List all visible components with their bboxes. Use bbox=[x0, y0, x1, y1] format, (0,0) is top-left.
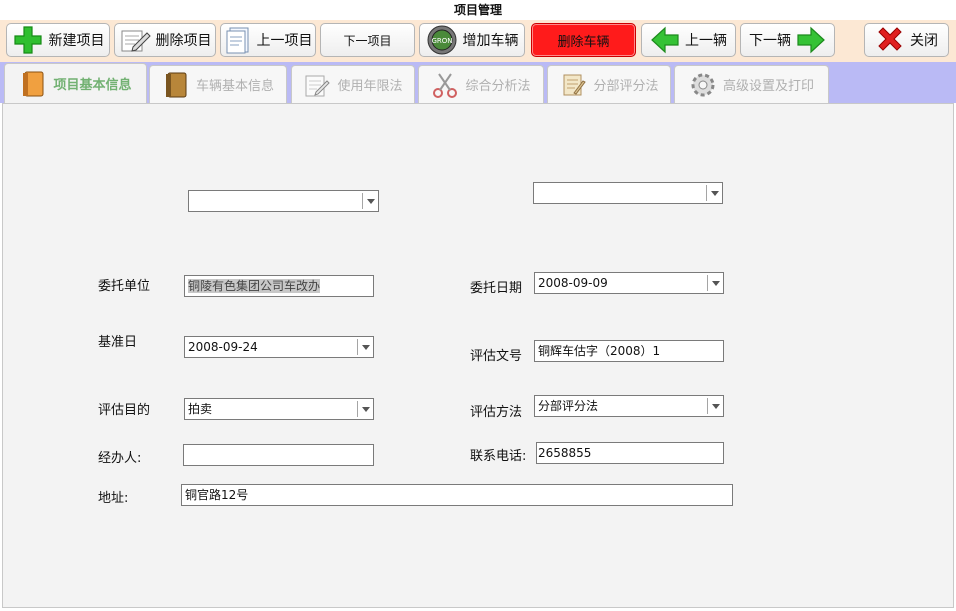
close-icon bbox=[875, 26, 905, 54]
doc-no-label: 评估文号 bbox=[470, 349, 523, 364]
top-left-combo[interactable] bbox=[188, 190, 379, 212]
new-project-button[interactable]: 新建项目 bbox=[6, 23, 110, 57]
phone-input[interactable]: 2658855 bbox=[536, 442, 724, 464]
handler-label: 经办人: bbox=[98, 451, 142, 466]
tab-bar: 项目基本信息 车辆基本信息 使用年限法 综合分析法 分部评分法 高级设置及打印 bbox=[0, 62, 956, 103]
scroll-icon bbox=[559, 71, 587, 99]
client-label: 委托单位 bbox=[98, 279, 151, 294]
document-pen-icon bbox=[119, 25, 151, 55]
project-info-panel: 委托单位 铜陵有色集团公司车改办 委托日期 2008-09-09 基准日 200… bbox=[2, 103, 954, 608]
top-right-combo[interactable] bbox=[533, 182, 723, 204]
svg-text:GRON: GRON bbox=[431, 37, 452, 45]
arrow-right-icon bbox=[796, 26, 826, 54]
client-input[interactable]: 铜陵有色集团公司车改办 bbox=[184, 275, 374, 297]
tab-project-info[interactable]: 项目基本信息 bbox=[4, 63, 147, 103]
document-icon bbox=[224, 25, 252, 55]
prev-vehicle-button[interactable]: 上一辆 bbox=[641, 23, 736, 57]
base-date-label: 基准日 bbox=[98, 335, 138, 350]
scissors-icon bbox=[431, 71, 459, 99]
handler-input[interactable] bbox=[183, 444, 374, 466]
purpose-label: 评估目的 bbox=[98, 403, 151, 418]
close-button[interactable]: 关闭 bbox=[864, 23, 949, 57]
delete-vehicle-button[interactable]: 删除车辆 bbox=[531, 23, 636, 57]
delete-project-button[interactable]: 删除项目 bbox=[114, 23, 216, 57]
base-date-picker[interactable]: 2008-09-24 bbox=[184, 336, 374, 358]
plus-icon bbox=[12, 25, 44, 55]
phone-label: 联系电话: bbox=[470, 449, 527, 464]
doc-no-input[interactable]: 铜辉车估字（2008）1 bbox=[534, 340, 724, 362]
arrow-left-icon bbox=[650, 26, 680, 54]
address-input[interactable]: 铜官路12号 bbox=[181, 484, 733, 506]
window-title: 项目管理 bbox=[0, 0, 956, 20]
address-label: 地址: bbox=[98, 491, 129, 506]
chevron-down-icon[interactable] bbox=[362, 193, 378, 209]
notepad-icon bbox=[303, 71, 331, 99]
entrust-date-picker[interactable]: 2008-09-09 bbox=[534, 272, 724, 294]
purpose-select[interactable]: 拍卖 bbox=[184, 398, 374, 420]
gear-icon bbox=[689, 71, 717, 99]
tab-comprehensive-analysis[interactable]: 综合分析法 bbox=[418, 65, 544, 103]
add-vehicle-button[interactable]: GRON 增加车辆 bbox=[419, 23, 525, 57]
bottle-cap-icon: GRON bbox=[426, 24, 458, 56]
toolbar: 新建项目 删除项目 上一项目 下一项目 GRON 增加车辆 删除车辆 上一辆 下… bbox=[0, 20, 956, 62]
method-label: 评估方法 bbox=[470, 405, 523, 420]
method-select[interactable]: 分部评分法 bbox=[534, 395, 724, 417]
next-vehicle-button[interactable]: 下一辆 bbox=[740, 23, 835, 57]
tab-service-life-method[interactable]: 使用年限法 bbox=[291, 65, 415, 103]
book-icon bbox=[19, 69, 47, 99]
tab-partial-scoring[interactable]: 分部评分法 bbox=[547, 65, 671, 103]
prev-project-button[interactable]: 上一项目 bbox=[220, 23, 316, 57]
chevron-down-icon[interactable] bbox=[707, 398, 723, 414]
chevron-down-icon[interactable] bbox=[707, 275, 723, 291]
tab-advanced-print[interactable]: 高级设置及打印 bbox=[674, 65, 829, 103]
book-icon bbox=[162, 70, 190, 100]
entrust-date-label: 委托日期 bbox=[470, 281, 523, 296]
chevron-down-icon[interactable] bbox=[706, 185, 722, 201]
chevron-down-icon[interactable] bbox=[357, 401, 373, 417]
tab-vehicle-info[interactable]: 车辆基本信息 bbox=[149, 65, 287, 103]
chevron-down-icon[interactable] bbox=[357, 339, 373, 355]
next-project-button[interactable]: 下一项目 bbox=[320, 23, 415, 57]
